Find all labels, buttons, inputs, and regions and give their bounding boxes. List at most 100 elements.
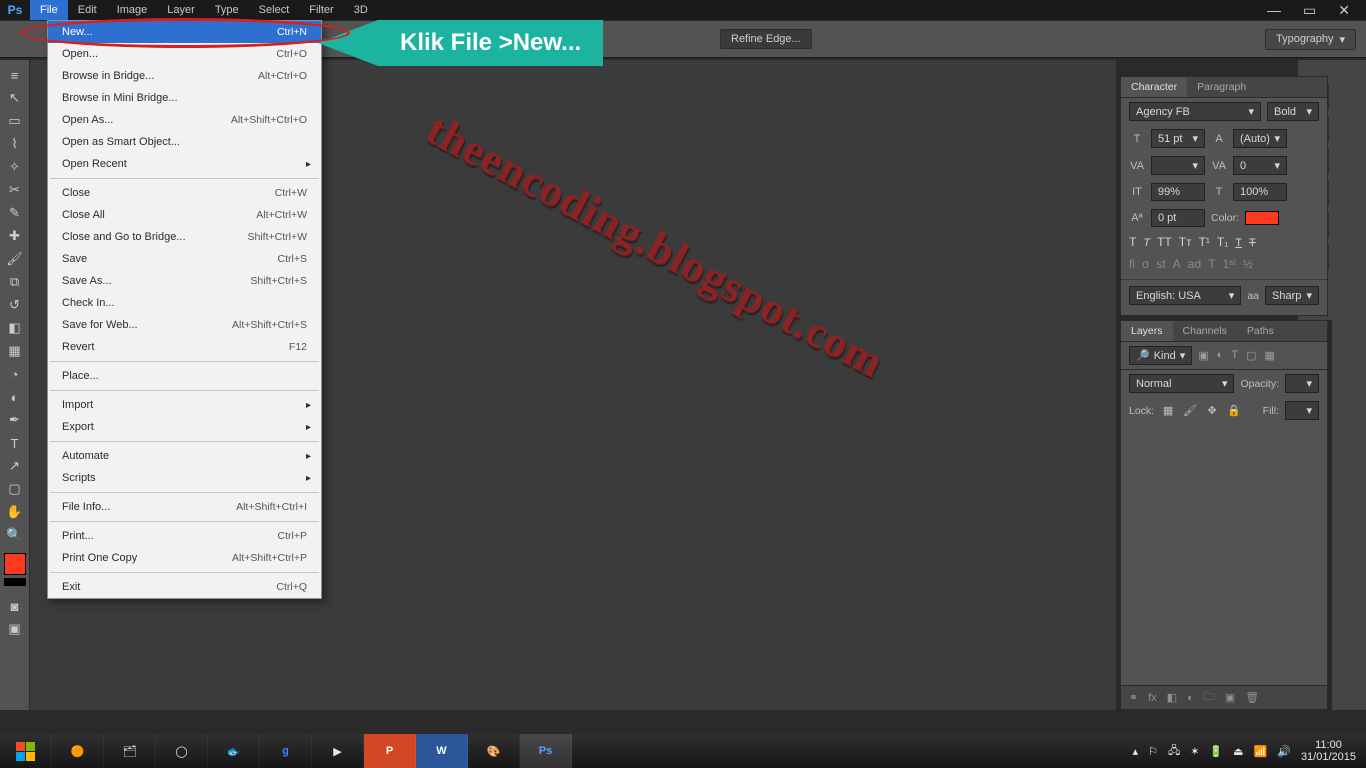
tab-paths[interactable]: Paths — [1237, 321, 1284, 341]
font-size-input[interactable]: 51 pt▾ — [1151, 129, 1205, 148]
hand-tool-icon[interactable]: ✋ — [2, 501, 28, 523]
wand-tool-icon[interactable]: ✧ — [2, 156, 28, 178]
menu-item-print-one-copy[interactable]: Print One CopyAlt+Shift+Ctrl+P — [48, 547, 321, 569]
superscript-button[interactable]: T¹ — [1199, 235, 1210, 249]
baseline-input[interactable]: 0 pt — [1151, 209, 1205, 227]
text-color-swatch[interactable] — [1245, 211, 1279, 225]
subscript-button[interactable]: T₁ — [1217, 235, 1228, 249]
opentype-st[interactable]: st — [1156, 257, 1165, 271]
opentype-T[interactable]: T — [1208, 257, 1215, 271]
adjustment-layer-icon[interactable]: ◐ — [1187, 692, 1194, 704]
refine-edge-button[interactable]: Refine Edge... — [720, 29, 812, 49]
menu-item-close-all[interactable]: Close AllAlt+Ctrl+W — [48, 204, 321, 226]
opentype-half[interactable]: ½ — [1243, 257, 1253, 271]
font-style-select[interactable]: Bold▾ — [1267, 102, 1319, 121]
filter-shape-icon[interactable]: ▢ — [1246, 349, 1256, 362]
opentype-ad[interactable]: ad — [1188, 257, 1201, 271]
menu-layer[interactable]: Layer — [157, 0, 205, 20]
menu-item-print[interactable]: Print...Ctrl+P — [48, 525, 321, 547]
menu-item-save-for-web[interactable]: Save for Web...Alt+Shift+Ctrl+S — [48, 314, 321, 336]
opentype-1st[interactable]: 1ˢᵗ — [1222, 257, 1235, 271]
tool-collapse-icon[interactable]: ≡ — [2, 64, 28, 86]
taskbar-media[interactable]: ▶ — [312, 734, 364, 768]
eyedropper-tool-icon[interactable]: ✎ — [2, 202, 28, 224]
filter-pixel-icon[interactable]: ▣ — [1198, 349, 1208, 362]
lock-position-icon[interactable]: ✥ — [1204, 404, 1220, 417]
pen-tool-icon[interactable]: ✒ — [2, 409, 28, 431]
tab-paragraph[interactable]: Paragraph — [1187, 77, 1256, 97]
foreground-color-swatch[interactable] — [4, 553, 26, 575]
menu-item-revert[interactable]: RevertF12 — [48, 336, 321, 358]
minimize-icon[interactable]: — — [1267, 2, 1281, 18]
hscale-input[interactable]: 100% — [1233, 183, 1287, 201]
opentype-A[interactable]: A — [1173, 257, 1181, 271]
leading-input[interactable]: (Auto)▾ — [1233, 129, 1287, 148]
gradient-tool-icon[interactable]: ▦ — [2, 340, 28, 362]
tray-wifi-icon[interactable]: 📶 — [1254, 745, 1268, 758]
filter-smart-icon[interactable]: ▦ — [1264, 349, 1274, 362]
menu-item-browse-in-mini-bridge[interactable]: Browse in Mini Bridge... — [48, 87, 321, 109]
menu-item-open-recent[interactable]: Open Recent — [48, 153, 321, 175]
tray-volume-icon[interactable]: 🔊 — [1277, 745, 1291, 758]
menu-item-save[interactable]: SaveCtrl+S — [48, 248, 321, 270]
fill-input[interactable]: ▾ — [1285, 401, 1319, 420]
layer-mask-icon[interactable]: ◧ — [1167, 691, 1177, 704]
opentype-fi[interactable]: fi — [1129, 257, 1135, 271]
menu-select[interactable]: Select — [249, 0, 300, 20]
menu-item-exit[interactable]: ExitCtrl+Q — [48, 576, 321, 598]
tab-channels[interactable]: Channels — [1173, 321, 1237, 341]
link-layers-icon[interactable]: ⚭ — [1129, 691, 1138, 704]
lock-all-icon[interactable]: 🔒 — [1226, 404, 1242, 417]
opacity-input[interactable]: ▾ — [1285, 374, 1319, 393]
antialias-select[interactable]: Sharp▾ — [1265, 286, 1319, 305]
menu-edit[interactable]: Edit — [68, 0, 107, 20]
menu-item-close[interactable]: CloseCtrl+W — [48, 182, 321, 204]
brush-tool-icon[interactable]: 🖌 — [2, 248, 28, 270]
filter-adjust-icon[interactable]: ◐ — [1217, 349, 1224, 362]
filter-type-icon[interactable]: T — [1231, 349, 1238, 362]
menu-item-new[interactable]: New...Ctrl+N — [48, 21, 321, 43]
menu-item-check-in[interactable]: Check In... — [48, 292, 321, 314]
tray-battery-icon[interactable]: 🔋 — [1209, 745, 1223, 758]
tray-network-icon[interactable]: 🖧 — [1168, 742, 1180, 761]
menu-item-scripts[interactable]: Scripts — [48, 467, 321, 489]
type-tool-icon[interactable]: T — [2, 432, 28, 454]
bold-button[interactable]: T — [1129, 235, 1136, 249]
zoom-tool-icon[interactable]: 🔍 — [2, 524, 28, 546]
taskbar-paint[interactable]: 🎨 — [468, 734, 520, 768]
background-color-swatch[interactable] — [4, 578, 26, 586]
tracking-input[interactable]: 0▾ — [1233, 156, 1287, 175]
italic-button[interactable]: T — [1143, 235, 1150, 249]
shape-tool-icon[interactable]: ▢ — [2, 478, 28, 500]
close-icon[interactable]: ✕ — [1338, 2, 1350, 19]
taskbar-chrome[interactable]: ◯ — [156, 734, 208, 768]
menu-item-file-info[interactable]: File Info...Alt+Shift+Ctrl+I — [48, 496, 321, 518]
taskbar-photoshop[interactable]: Ps — [520, 734, 572, 768]
lasso-tool-icon[interactable]: ⌇ — [2, 133, 28, 155]
path-tool-icon[interactable]: ↗ — [2, 455, 28, 477]
taskbar-powerpoint[interactable]: P — [364, 734, 416, 768]
allcaps-button[interactable]: TT — [1157, 235, 1172, 249]
quickmask-icon[interactable]: ◙ — [2, 595, 28, 617]
vscale-input[interactable]: 99% — [1151, 183, 1205, 201]
move-tool-icon[interactable]: ↖ — [2, 87, 28, 109]
new-layer-icon[interactable]: ▣ — [1225, 691, 1235, 704]
tab-character[interactable]: Character — [1121, 77, 1187, 97]
tray-flag-icon[interactable]: ⚐ — [1148, 745, 1158, 758]
menu-item-automate[interactable]: Automate — [48, 445, 321, 467]
restore-icon[interactable]: ▭ — [1303, 2, 1316, 19]
tray-arrow-icon[interactable]: ▴ — [1133, 745, 1139, 758]
strike-button[interactable]: T — [1249, 235, 1256, 249]
tray-clock[interactable]: 11:00 31/01/2015 — [1301, 739, 1356, 763]
font-family-select[interactable]: Agency FB▾ — [1129, 102, 1261, 121]
menu-item-export[interactable]: Export — [48, 416, 321, 438]
tray-safely-remove-icon[interactable]: ⏏ — [1233, 745, 1243, 758]
menu-item-place[interactable]: Place... — [48, 365, 321, 387]
eraser-tool-icon[interactable]: ◧ — [2, 317, 28, 339]
menu-item-browse-in-bridge[interactable]: Browse in Bridge...Alt+Ctrl+O — [48, 65, 321, 87]
menu-item-open[interactable]: Open...Ctrl+O — [48, 43, 321, 65]
menu-type[interactable]: Type — [205, 0, 249, 20]
menu-file[interactable]: File — [30, 0, 68, 20]
lock-pixels-icon[interactable]: 🖌 — [1182, 404, 1198, 417]
layer-fx-icon[interactable]: fx — [1148, 692, 1157, 704]
